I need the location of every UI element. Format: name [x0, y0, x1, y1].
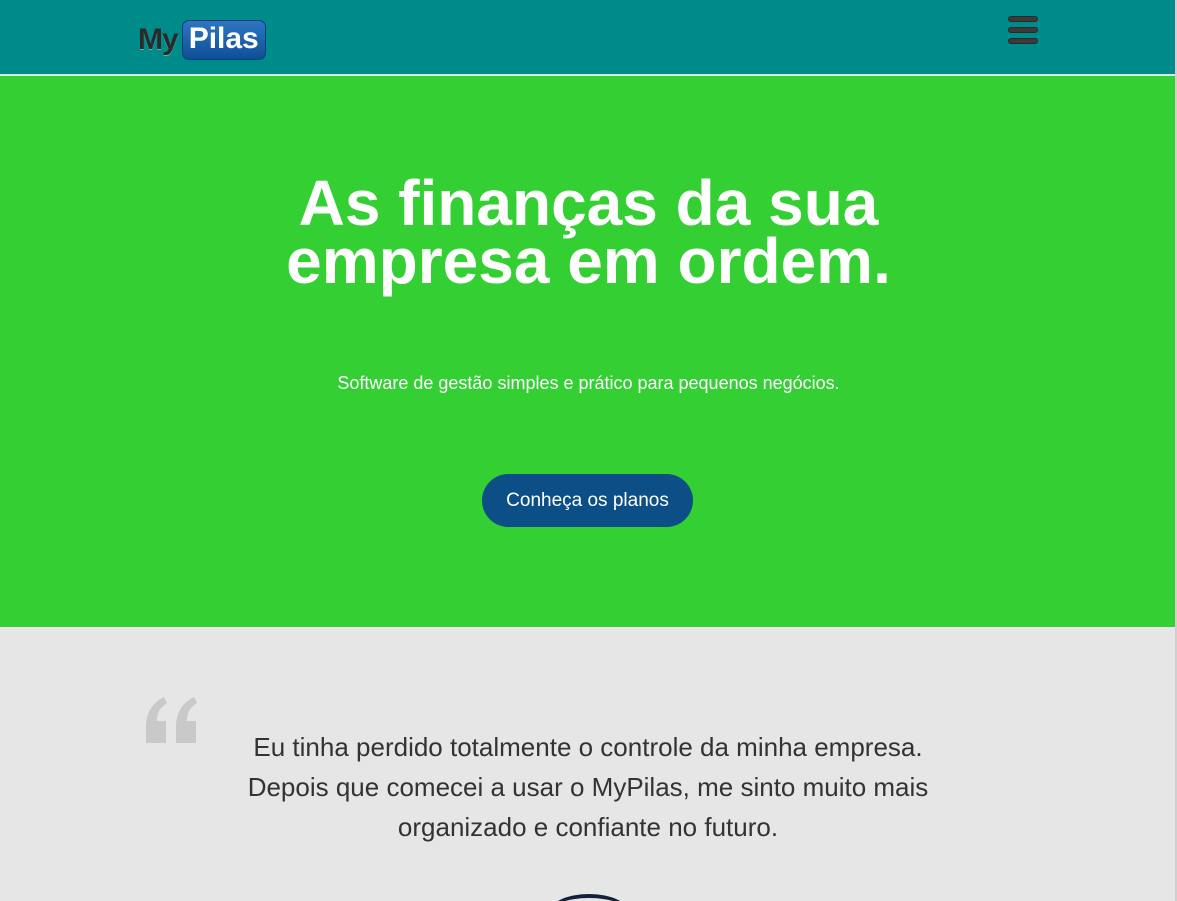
testimonial-line-2: Depois que comecei a usar o MyPilas, me … — [247, 772, 929, 802]
hero-section: As finanças da sua empresa em ordem. Sof… — [0, 76, 1177, 627]
hero-title-line-2: empresa em ordem. — [286, 225, 891, 297]
avatar — [548, 894, 630, 901]
testimonial-line-3: organizado e confiante no futuro. — [397, 812, 779, 842]
menu-bar — [1008, 16, 1038, 22]
logo-text-pilas: Pilas — [181, 20, 266, 60]
testimonial-line-1: Eu tinha perdido totalmente o controle d… — [253, 732, 923, 762]
mypilas-logo[interactable]: My Pilas — [138, 18, 266, 62]
menu-bar — [1008, 27, 1038, 33]
hamburger-menu-icon[interactable] — [1006, 14, 1040, 46]
hero-title: As finanças da sua empresa em ordem. — [0, 171, 1177, 293]
testimonial-section: Eu tinha perdido totalmente o controle d… — [0, 627, 1177, 901]
quote-icon — [146, 697, 197, 743]
menu-bar — [1008, 38, 1038, 44]
testimonial-quote: Eu tinha perdido totalmente o controle d… — [210, 727, 966, 847]
logo-text-my: My — [138, 23, 179, 56]
view-plans-button[interactable]: Conheça os planos — [482, 474, 693, 527]
top-navbar: My Pilas — [0, 0, 1177, 75]
hero-subtitle: Software de gestão simples e prático par… — [337, 373, 840, 393]
